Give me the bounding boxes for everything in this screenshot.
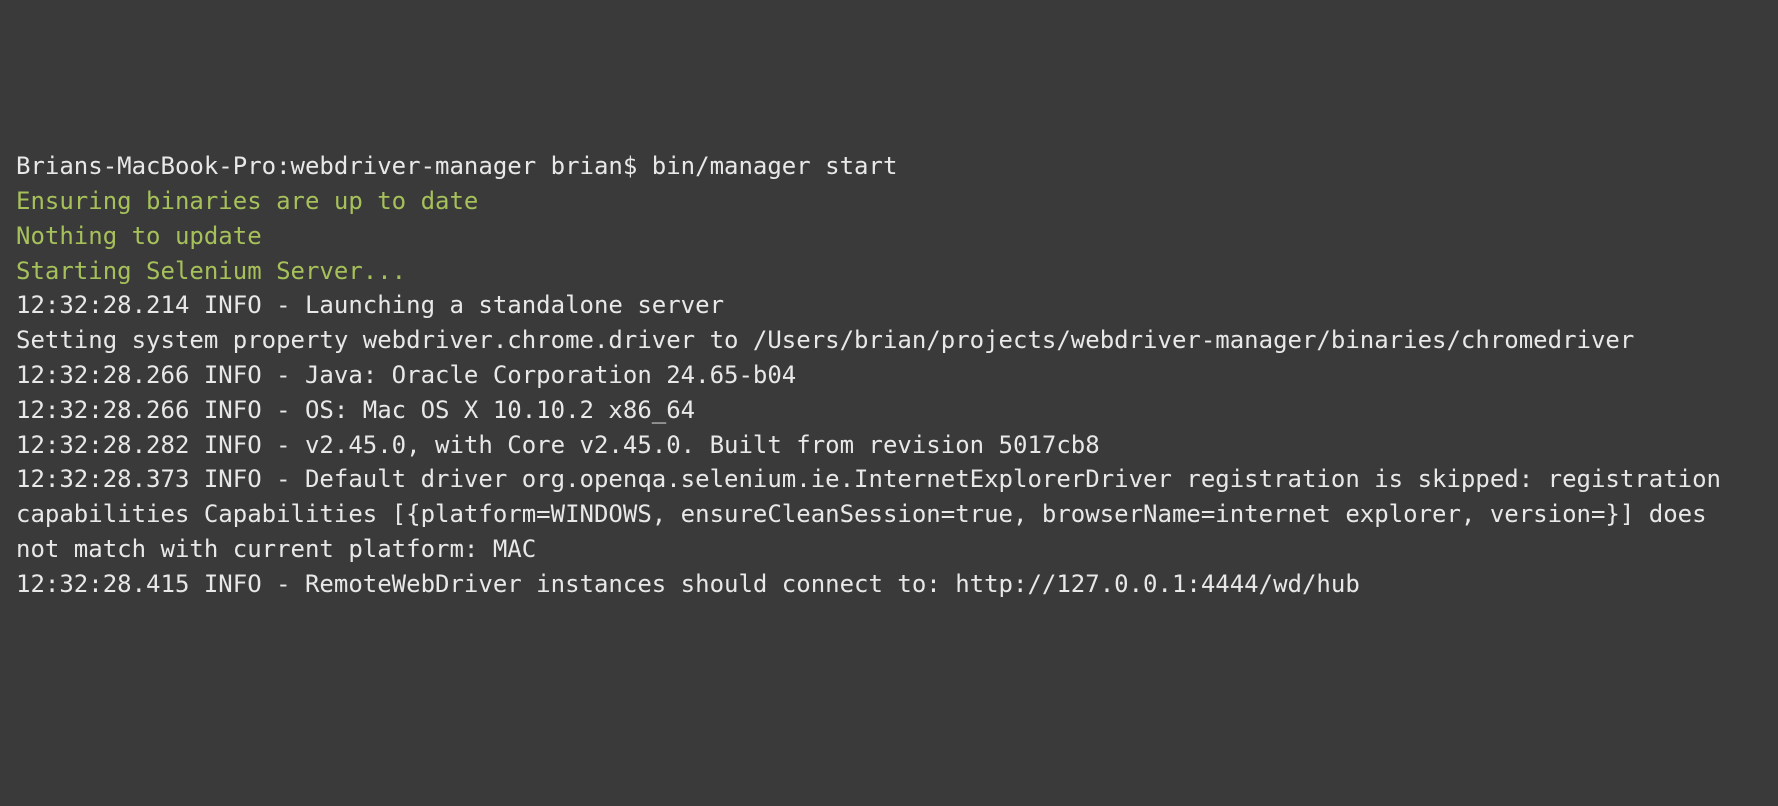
log-line: 12:32:28.415 INFO - RemoteWebDriver inst… [16,567,1762,602]
log-line: 12:32:28.373 INFO - Default driver org.o… [16,462,1762,566]
log-line: Setting system property webdriver.chrome… [16,323,1762,358]
log-line: 12:32:28.266 INFO - Java: Oracle Corpora… [16,358,1762,393]
status-line: Starting Selenium Server... [16,254,1762,289]
log-line: 12:32:28.282 INFO - v2.45.0, with Core v… [16,428,1762,463]
status-line: Ensuring binaries are up to date [16,184,1762,219]
log-line: 12:32:28.266 INFO - OS: Mac OS X 10.10.2… [16,393,1762,428]
status-line: Nothing to update [16,219,1762,254]
terminal-output[interactable]: Brians-MacBook-Pro:webdriver-manager bri… [16,149,1762,601]
prompt-line: Brians-MacBook-Pro:webdriver-manager bri… [16,149,1762,184]
log-line: 12:32:28.214 INFO - Launching a standalo… [16,288,1762,323]
